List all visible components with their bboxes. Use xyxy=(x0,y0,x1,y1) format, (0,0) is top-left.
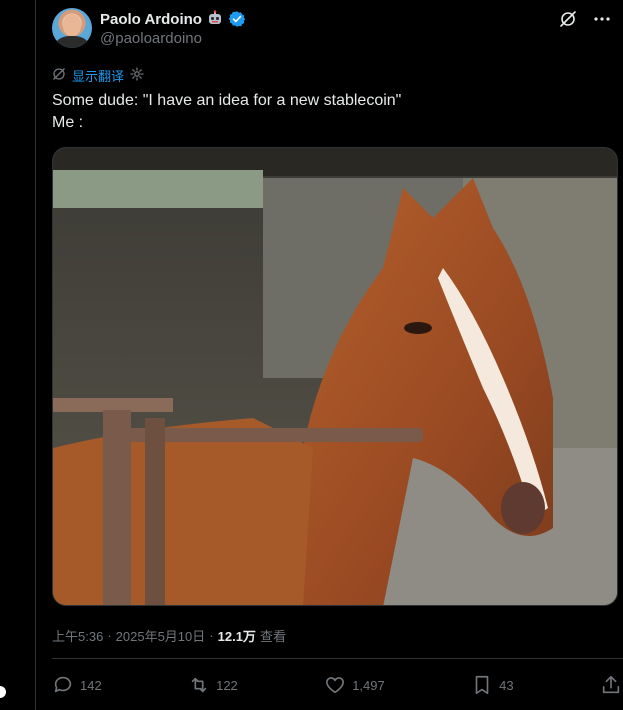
rail-dot xyxy=(0,686,6,698)
bookmark-count: 43 xyxy=(499,677,514,693)
tweet-date[interactable]: 2025年5月10日 xyxy=(116,626,206,645)
heart-icon xyxy=(324,674,346,696)
horse-photo xyxy=(53,148,617,605)
translate-icon xyxy=(52,67,66,84)
grok-icon[interactable] xyxy=(559,10,577,28)
tweet-text-line-2: Me : xyxy=(52,114,84,131)
verified-badge-icon xyxy=(228,10,246,28)
view-label: 查看 xyxy=(259,629,286,644)
meta-separator: · xyxy=(209,628,214,643)
tweet-meta: 上午5:36 · 2025年5月10日 · 12.1万 查看 xyxy=(52,626,286,645)
share-button[interactable] xyxy=(600,674,622,696)
more-options-icon[interactable] xyxy=(593,10,611,28)
meta-separator: · xyxy=(107,628,112,643)
left-rail xyxy=(0,0,36,710)
robot-emoji-icon xyxy=(206,10,224,28)
share-icon xyxy=(600,674,622,696)
translate-row: 显示翻译 xyxy=(52,66,144,85)
name-row: Paolo Ardoino xyxy=(100,10,246,28)
avatar[interactable] xyxy=(52,8,92,48)
reply-button[interactable]: 142 xyxy=(52,674,102,696)
repost-button[interactable]: 122 xyxy=(188,674,238,696)
like-count: 1,497 xyxy=(352,677,385,693)
action-bar: 142 122 1,497 43 xyxy=(52,672,622,698)
repost-icon xyxy=(188,674,210,696)
reply-count: 142 xyxy=(80,677,102,693)
avatar-head xyxy=(63,14,81,36)
tweet-media-image[interactable] xyxy=(52,147,618,606)
avatar-shirt xyxy=(56,36,88,48)
like-button[interactable]: 1,497 xyxy=(324,674,385,696)
reply-icon xyxy=(52,674,74,696)
bookmark-icon xyxy=(471,674,493,696)
view-count: 12.1万 xyxy=(217,629,256,644)
translation-settings-icon[interactable] xyxy=(130,67,144,84)
post: Paolo Ardoino @paoloardoino 显示翻译 Some du… xyxy=(36,0,623,710)
bookmark-button[interactable]: 43 xyxy=(471,674,514,696)
top-actions xyxy=(559,10,611,28)
tweet-text: Some dude: "I have an idea for a new sta… xyxy=(52,90,401,134)
show-translation-link[interactable]: 显示翻译 xyxy=(72,66,124,85)
repost-count: 122 xyxy=(216,677,238,693)
handle[interactable]: @paoloardoino xyxy=(100,30,202,47)
display-name[interactable]: Paolo Ardoino xyxy=(100,11,202,28)
divider xyxy=(52,658,623,659)
tweet-text-line-1: Some dude: "I have an idea for a new sta… xyxy=(52,92,402,109)
tweet-time[interactable]: 上午5:36 xyxy=(52,626,103,645)
